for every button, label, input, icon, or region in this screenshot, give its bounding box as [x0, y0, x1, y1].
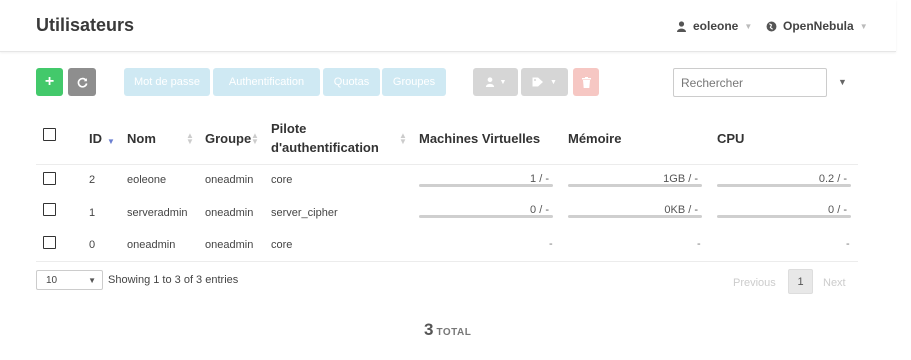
total-counter: 3 TOTAL — [424, 320, 471, 340]
create-button[interactable]: + — [36, 68, 63, 96]
total-count: 3 — [424, 320, 434, 339]
usage-track — [717, 184, 851, 187]
refresh-button[interactable] — [68, 68, 96, 96]
column-header-auth-driver-line2[interactable]: d'authentification — [271, 140, 379, 155]
cpu-usage-text: - — [846, 238, 850, 250]
search-options-chevron-icon[interactable]: ▼ — [838, 77, 847, 87]
user-name: eoleone — [693, 19, 739, 33]
top-bar: Utilisateurs eoleone ▼ OpenNebula ▼ — [0, 0, 896, 52]
usage-track — [568, 184, 702, 187]
cell-name: oneadmin — [127, 239, 176, 251]
sort-icon[interactable]: ▲ ▼ — [399, 132, 407, 146]
password-button[interactable]: Mot de passe — [124, 68, 210, 96]
cell-auth: core — [271, 239, 293, 251]
cell-group: oneadmin — [205, 207, 254, 219]
search-input[interactable]: Rechercher — [673, 68, 827, 97]
sort-icon[interactable]: ▲ ▼ — [186, 132, 194, 146]
quotas-button[interactable]: Quotas — [323, 68, 380, 96]
current-page-button[interactable]: 1 — [788, 269, 813, 294]
cell-auth: core — [271, 174, 293, 186]
column-header-auth-driver[interactable]: Pilote — [271, 121, 306, 136]
labels-button[interactable]: ▼ — [521, 68, 568, 96]
next-page-link[interactable]: Next — [823, 277, 846, 289]
cell-group: oneadmin — [205, 174, 254, 186]
vms-usage-bar: 0 / - — [419, 204, 553, 218]
total-label: TOTAL — [436, 327, 472, 338]
column-header-id[interactable]: ID — [89, 131, 102, 146]
table-info: Showing 1 to 3 of 3 entries — [108, 274, 239, 286]
select-all-checkbox[interactable] — [43, 128, 56, 141]
globe-icon — [766, 21, 777, 31]
cell-id: 1 — [89, 207, 96, 219]
user-menu[interactable]: eoleone ▼ — [676, 19, 752, 33]
memory-usage-bar: 1GB / - — [568, 173, 702, 187]
chevron-down-icon: ▼ — [499, 78, 507, 86]
column-header-vms[interactable]: Machines Virtuelles — [419, 131, 540, 146]
memory-usage-bar: 0KB / - — [568, 204, 702, 218]
groups-button[interactable]: Groupes — [382, 68, 446, 96]
cell-name: serveradmin — [127, 207, 188, 219]
cell-name: eoleone — [127, 174, 167, 186]
page-length-value: 10 — [46, 274, 58, 286]
vms-usage-bar: 1 / - — [419, 173, 553, 187]
tag-icon — [532, 77, 544, 87]
column-header-memory[interactable]: Mémoire — [568, 131, 621, 146]
cell-id: 2 — [89, 174, 96, 186]
delete-button[interactable] — [573, 68, 599, 96]
column-header-cpu[interactable]: CPU — [717, 131, 744, 146]
cpu-usage-bar: 0.2 / - — [717, 173, 851, 187]
page-length-select[interactable]: 10 ▼ — [36, 270, 103, 290]
cell-id: 0 — [89, 239, 96, 251]
cpu-usage-bar: 0 / - — [717, 204, 851, 218]
user-icon — [485, 77, 494, 87]
sort-icon[interactable]: ▲ ▼ — [251, 132, 259, 146]
divider — [36, 164, 858, 165]
chevron-down-icon: ▼ — [88, 276, 96, 285]
refresh-icon — [77, 77, 87, 88]
column-header-name[interactable]: Nom — [127, 131, 156, 146]
change-owner-button[interactable]: ▼ — [473, 68, 518, 96]
usage-track — [568, 215, 702, 218]
page-title: Utilisateurs — [36, 15, 135, 35]
chevron-down-icon: ▼ — [744, 21, 753, 31]
usage-track — [419, 215, 553, 218]
column-header-group[interactable]: Groupe — [205, 131, 251, 146]
previous-page-link[interactable]: Previous — [733, 277, 776, 289]
chevron-down-icon: ▼ — [550, 78, 557, 86]
vms-usage-text: - — [549, 238, 553, 250]
sort-desc-icon[interactable]: ▼ — [107, 138, 115, 146]
chevron-down-icon: ▼ — [859, 21, 868, 31]
usage-track — [717, 215, 851, 218]
cell-auth: server_cipher — [271, 207, 338, 219]
zone-name: OpenNebula — [783, 19, 854, 33]
row-checkbox[interactable] — [43, 203, 56, 216]
memory-usage-text: - — [697, 238, 701, 250]
row-checkbox[interactable] — [43, 172, 56, 185]
divider — [36, 261, 858, 262]
trash-icon — [581, 76, 591, 88]
row-checkbox[interactable] — [43, 236, 56, 249]
usage-track — [419, 184, 553, 187]
cell-group: oneadmin — [205, 239, 254, 251]
zone-menu[interactable]: OpenNebula ▼ — [766, 19, 868, 33]
authentication-button[interactable]: Authentification — [213, 68, 320, 96]
user-icon — [677, 20, 686, 32]
